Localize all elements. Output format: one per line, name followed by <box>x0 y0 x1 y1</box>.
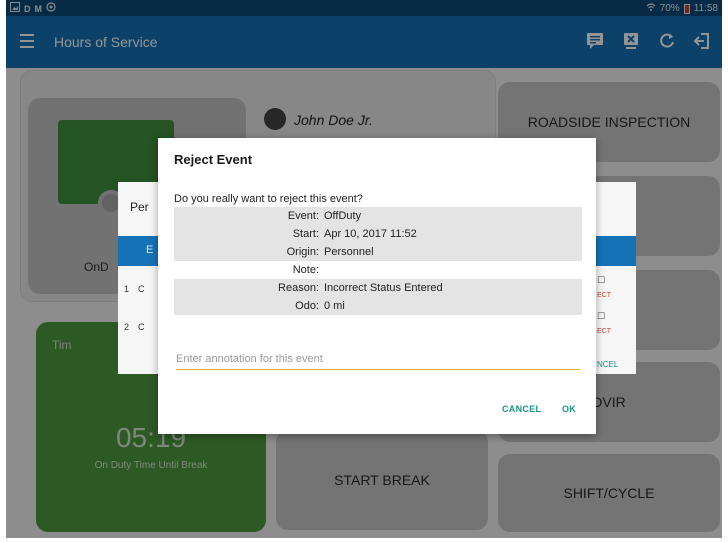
pending-row-2-checkbox-icon[interactable]: ☐ <box>597 311 605 322</box>
detail-value: OffDuty <box>324 210 362 222</box>
pending-row-1-cell: C <box>138 284 145 294</box>
pending-row-2-number: 2 <box>124 322 130 332</box>
detail-row-odo: Odo: 0 mi <box>174 297 582 315</box>
reject-event-dialog: Reject Event Do you really want to rejec… <box>158 138 596 434</box>
detail-label: Start: <box>292 228 319 240</box>
app-screen: D M 70% 11:58 Hours of Service OnD John … <box>6 0 722 538</box>
dialog-question: Do you really want to reject this event? <box>174 193 363 205</box>
detail-label: Odo: <box>295 300 319 312</box>
pending-row-1-reject[interactable]: ECT <box>597 292 611 299</box>
detail-row-start: Start: Apr 10, 2017 11:52 <box>174 225 582 243</box>
pending-row-2-reject[interactable]: ECT <box>597 328 611 335</box>
detail-row-event: Event: OffDuty <box>174 207 582 225</box>
detail-label: Reason: <box>278 282 319 294</box>
detail-label: Event: <box>287 210 319 222</box>
pending-row-1-checkbox-icon[interactable]: ☐ <box>597 275 605 286</box>
event-details-table: Event: OffDuty Start: Apr 10, 2017 11:52… <box>174 207 582 315</box>
detail-row-reason: Reason: Incorrect Status Entered <box>174 279 582 297</box>
detail-value: Apr 10, 2017 11:52 <box>324 228 417 240</box>
pending-row-1-number: 1 <box>124 284 130 294</box>
dialog-title: Reject Event <box>174 152 253 167</box>
pending-dialog-title: Per <box>130 200 149 214</box>
detail-label: Note: <box>292 264 319 276</box>
detail-value: 0 mi <box>324 300 345 312</box>
detail-value: Personnel <box>324 246 374 258</box>
detail-label: Origin: <box>286 246 319 258</box>
detail-value: Incorrect Status Entered <box>324 282 443 294</box>
annotation-input[interactable] <box>176 348 580 370</box>
pending-dialog-column-header: E <box>146 244 154 256</box>
pending-row-2-cell: C <box>138 322 145 332</box>
pending-dialog-cancel[interactable]: NCEL <box>597 360 618 369</box>
ok-button[interactable]: OK <box>562 404 576 414</box>
cancel-button[interactable]: CANCEL <box>502 404 541 414</box>
detail-row-note: Note: <box>174 261 582 279</box>
detail-row-origin: Origin: Personnel <box>174 243 582 261</box>
